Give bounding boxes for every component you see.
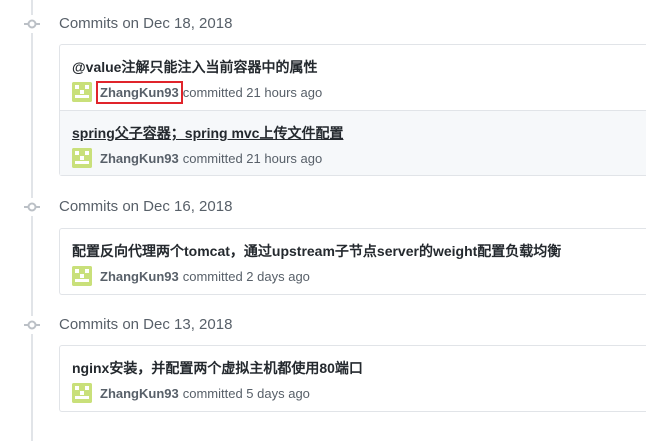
commit-time: committed 21 hours ago [182,150,323,166]
commit-meta: ZhangKun93 committed 2 days ago [72,266,310,286]
commit-meta: ZhangKun93 committed 21 hours ago [72,80,323,104]
commit-title-link[interactable]: @value注解只能注入当前容器中的属性 [72,57,317,77]
git-commit-icon [23,198,41,216]
commit-meta: ZhangKun93 committed 21 hours ago [72,148,322,168]
commit-item: spring父子容器；spring mvc上传文件配置 ZhangKun93 c… [60,110,646,175]
commit-item: @value注解只能注入当前容器中的属性 ZhangKun93 committe… [60,45,646,110]
commit-title-link[interactable]: spring父子容器；spring mvc上传文件配置 [72,123,343,143]
group-date: Commits on Dec 13, 2018 [59,316,233,333]
commit-time: committed 2 days ago [182,268,310,284]
author-link[interactable]: ZhangKun93 [100,151,179,166]
avatar[interactable] [72,82,92,102]
commit-meta: ZhangKun93 committed 5 days ago [72,383,310,403]
author-link[interactable]: ZhangKun93 [96,80,183,104]
git-commit-icon [23,15,41,33]
group-date: Commits on Dec 16, 2018 [59,198,233,215]
avatar[interactable] [72,266,92,286]
timeline-line [31,0,33,441]
commit-list: @value注解只能注入当前容器中的属性 ZhangKun93 committe… [59,44,646,176]
author-link[interactable]: ZhangKun93 [100,269,179,284]
commit-item: nginx安装，并配置两个虚拟主机都使用80端口 ZhangKun93 comm… [60,346,646,411]
commit-list: 配置反向代理两个tomcat，通过upstream子节点server的weigh… [59,228,646,295]
avatar[interactable] [72,383,92,403]
git-commit-icon [23,316,41,334]
group-date: Commits on Dec 18, 2018 [59,15,233,32]
commit-list: nginx安装，并配置两个虚拟主机都使用80端口 ZhangKun93 comm… [59,345,646,412]
commit-title-link[interactable]: 配置反向代理两个tomcat，通过upstream子节点server的weigh… [72,241,561,261]
avatar[interactable] [72,148,92,168]
author-link[interactable]: ZhangKun93 [100,386,179,401]
commit-title-link[interactable]: nginx安装，并配置两个虚拟主机都使用80端口 [72,358,363,378]
commit-time: committed 5 days ago [182,385,310,401]
commit-time: committed 21 hours ago [182,84,323,100]
commit-item: 配置反向代理两个tomcat，通过upstream子节点server的weigh… [60,229,646,294]
